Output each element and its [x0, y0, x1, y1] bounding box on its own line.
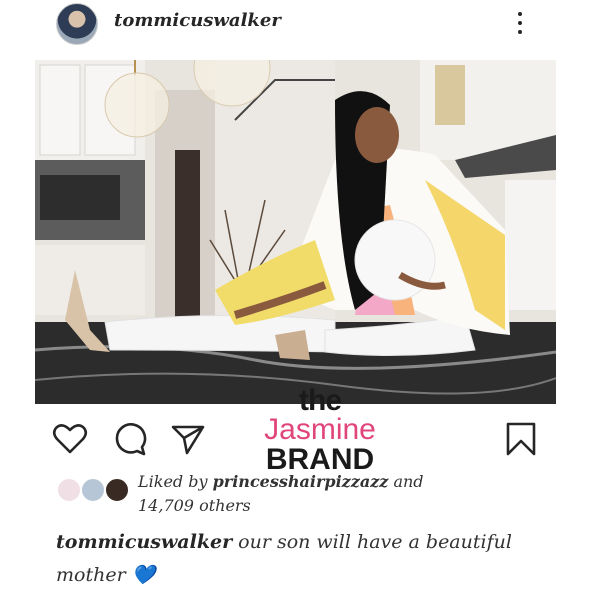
post-username[interactable]: tommicuswalker [114, 10, 281, 31]
caption-username[interactable]: tommicuswalker [56, 531, 232, 553]
comment-icon[interactable] [112, 421, 148, 457]
likes-text[interactable]: Liked by princesshairpizzazz and 14,709 … [138, 470, 468, 518]
likes-connector: and [393, 472, 424, 491]
avatar[interactable] [56, 3, 98, 45]
post-caption: tommicuswalker our son will have a beaut… [56, 526, 526, 590]
likes-prefix: Liked by [138, 472, 208, 491]
caption-emoji: 💙 [131, 564, 156, 586]
action-bar: the Jasmine BRAND [0, 386, 590, 475]
liker-avatar[interactable] [104, 477, 130, 503]
send-icon[interactable] [170, 421, 206, 457]
likes-user[interactable]: princesshairpizzazz [213, 472, 389, 491]
likes-row: Liked by princesshairpizzazz and 14,709 … [56, 470, 556, 520]
post-photo-illustration [35, 60, 556, 404]
more-options-icon[interactable] [510, 8, 530, 38]
watermark-line1: the [299, 384, 342, 417]
bookmark-icon[interactable] [503, 421, 539, 457]
post-header: tommicuswalker [0, 0, 590, 52]
likes-count[interactable]: 14,709 others [138, 496, 251, 515]
heart-icon[interactable] [52, 421, 88, 457]
watermark-line2: Jasmine [264, 413, 376, 446]
post-image[interactable] [35, 60, 556, 404]
liker-avatar[interactable] [80, 477, 106, 503]
liker-avatar[interactable] [56, 477, 82, 503]
